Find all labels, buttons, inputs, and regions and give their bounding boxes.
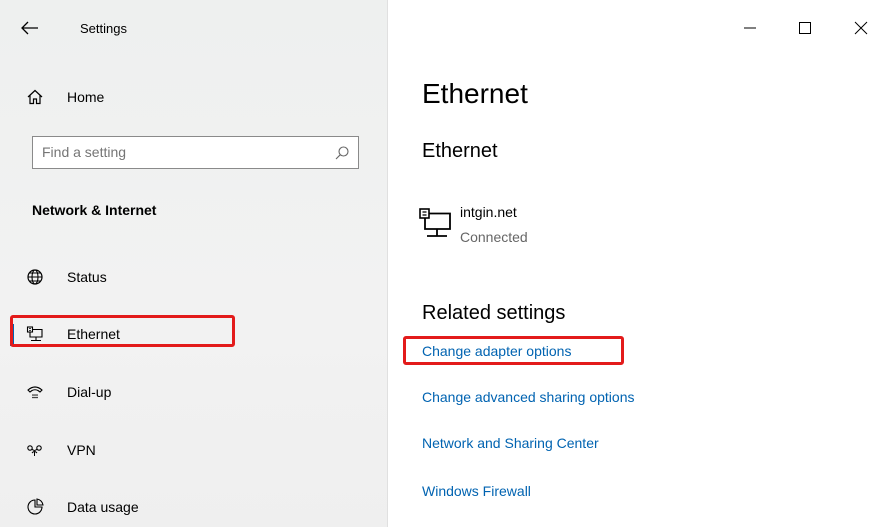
windows-firewall-link[interactable]: Windows Firewall: [422, 483, 531, 499]
phone-icon: [26, 383, 44, 401]
sidebar-item-label: Dial-up: [67, 384, 112, 400]
section-subtitle: Ethernet: [422, 140, 498, 162]
nav-home-label: Home: [67, 89, 105, 105]
connection-status: Connected: [460, 229, 528, 245]
ethernet-icon: [418, 206, 452, 240]
back-arrow-icon[interactable]: [18, 16, 42, 40]
section-heading: Network & Internet: [32, 202, 157, 218]
network-name: intgin.net: [460, 204, 517, 220]
sidebar-item-label: Status: [67, 269, 107, 285]
sidebar-item-status[interactable]: Status: [0, 257, 388, 297]
app-title: Settings: [80, 21, 127, 36]
network-connection-item[interactable]: intgin.net Connected: [418, 200, 718, 250]
network-sharing-center-link[interactable]: Network and Sharing Center: [422, 435, 599, 451]
sidebar-item-vpn[interactable]: VPN: [0, 430, 388, 470]
minimize-icon[interactable]: [738, 16, 762, 40]
maximize-icon[interactable]: [793, 16, 817, 40]
ethernet-highlight-box: [10, 315, 235, 347]
adapter-options-highlight-box: [403, 336, 624, 365]
sidebar-item-data-usage[interactable]: Data usage: [0, 487, 388, 527]
sidebar-item-dial-up[interactable]: Dial-up: [0, 372, 388, 412]
change-advanced-sharing-options-link[interactable]: Change advanced sharing options: [422, 389, 635, 405]
nav-home[interactable]: Home: [0, 77, 388, 117]
search-input[interactable]: [42, 144, 322, 160]
vpn-icon: [26, 441, 44, 459]
sidebar-item-label: VPN: [67, 442, 96, 458]
search-box[interactable]: [32, 136, 359, 169]
home-icon: [26, 88, 44, 106]
search-icon[interactable]: [334, 145, 350, 161]
related-settings-heading: Related settings: [422, 302, 566, 324]
page-title: Ethernet: [422, 78, 528, 109]
sidebar-item-label: Data usage: [67, 499, 139, 515]
main-panel: Ethernet Ethernet intgin.net Connected R…: [388, 0, 885, 527]
data-usage-icon: [26, 498, 44, 516]
globe-icon: [26, 268, 44, 286]
sidebar: Settings Home Network & Internet: [0, 0, 388, 527]
close-icon[interactable]: [849, 16, 873, 40]
